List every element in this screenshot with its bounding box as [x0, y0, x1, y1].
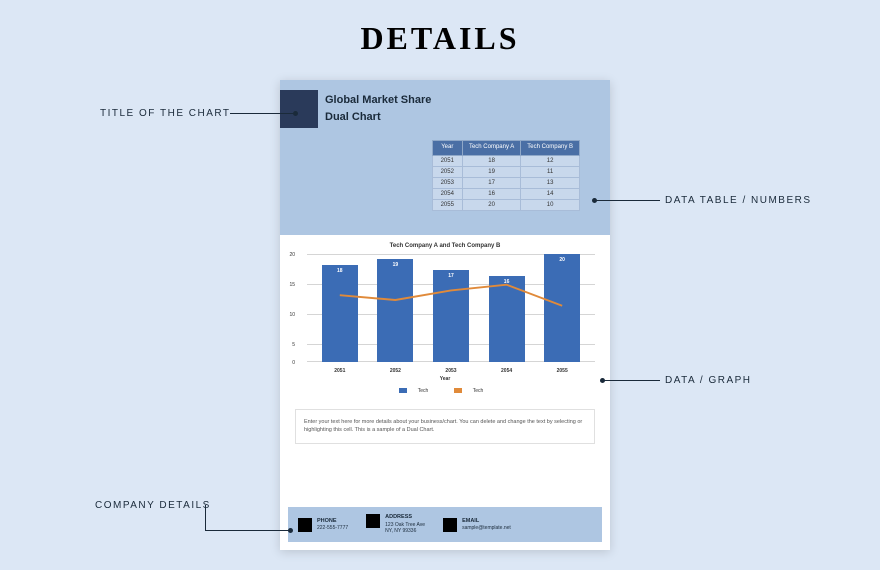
table-row: 20531713 [432, 177, 579, 188]
company-footer: PHONE222-555-7777 ADDRESS123 Oak Tree Av… [288, 507, 602, 542]
chart-title-block: Global Market Share Dual Chart [325, 92, 431, 125]
bar-group: 18 19 17 16 20 [312, 254, 590, 362]
table-row: 20511812 [432, 155, 579, 166]
bar: 19 [377, 259, 413, 362]
th-company-b: Tech Company B [521, 141, 580, 156]
chart-box: 20 15 10 5 0 18 19 17 16 20 2051 [307, 254, 595, 374]
th-year: Year [432, 141, 462, 156]
table-row: 20541614 [432, 188, 579, 199]
annotation-title: TITLE OF THE CHART [100, 108, 231, 119]
chart-area: Tech Company A and Tech Company B 20 15 … [280, 235, 610, 399]
phone-icon [298, 518, 312, 532]
annotation-graph: DATA / GRAPH [665, 375, 752, 386]
chart-legend: Tech Tech [295, 388, 595, 394]
bar: 20 [544, 254, 580, 362]
header-band: Global Market Share Dual Chart Year Tech… [280, 80, 610, 235]
page-heading: DETAILS [0, 0, 880, 57]
x-axis-labels: 2051 2052 2053 2054 2055 [312, 368, 590, 374]
table-row: 20552010 [432, 199, 579, 210]
th-company-a: Tech Company A [462, 141, 520, 156]
annotation-table: DATA TABLE / NUMBERS [665, 195, 812, 206]
address-icon [366, 514, 380, 528]
table-header-row: Year Tech Company A Tech Company B [432, 141, 579, 156]
bar: 17 [433, 270, 469, 362]
bar: 18 [322, 265, 358, 362]
title-accent-box [280, 90, 318, 128]
table-row: 20521911 [432, 166, 579, 177]
annotation-company: COMPANY DETAILS [95, 500, 211, 511]
title-line2: Dual Chart [325, 109, 431, 126]
title-line1: Global Market Share [325, 92, 431, 109]
data-table: Year Tech Company A Tech Company B 20511… [432, 140, 580, 211]
template-page: Global Market Share Dual Chart Year Tech… [280, 80, 610, 550]
chart-subtitle: Tech Company A and Tech Company B [295, 243, 595, 249]
description-text: Enter your text here for more details ab… [295, 409, 595, 444]
footer-address: ADDRESS123 Oak Tree AveNY, NY 99336 [366, 514, 425, 534]
footer-phone: PHONE222-555-7777 [298, 518, 348, 532]
email-icon [443, 518, 457, 532]
x-axis-title: Year [295, 376, 595, 382]
bar: 16 [489, 276, 525, 362]
footer-email: EMAILsample@template.net [443, 518, 511, 532]
